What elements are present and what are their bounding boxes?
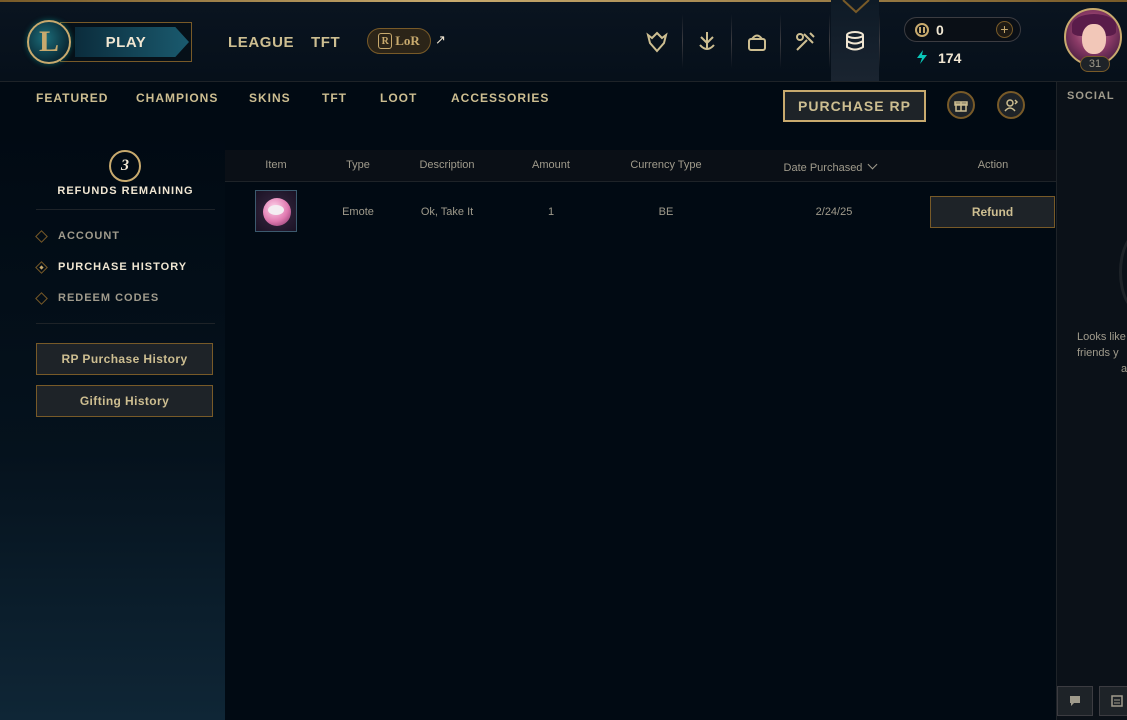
tab-skins[interactable]: SKINS [249, 91, 291, 105]
sidebar-item-label: REDEEM CODES [58, 292, 160, 304]
column-item: Item [265, 159, 287, 171]
rp-purchase-history-button[interactable]: RP Purchase History [36, 343, 213, 375]
tab-featured[interactable]: FEATURED [36, 91, 108, 105]
collection-nav-icon[interactable] [683, 14, 731, 70]
level-badge: 31 [1080, 56, 1110, 72]
sidebar-item-label: PURCHASE HISTORY [58, 261, 188, 273]
row-currency: BE [658, 206, 674, 218]
nav-divider [879, 14, 880, 68]
column-date-label: Date Purchased [783, 162, 863, 174]
nav-league[interactable]: LEAGUE [228, 34, 294, 51]
column-currency-type: Currency Type [630, 159, 702, 171]
sidebar-item-label: ACCOUNT [58, 230, 120, 242]
gift-button[interactable] [947, 91, 975, 119]
diamond-icon [35, 260, 48, 274]
refunds-remaining-count: 3 [109, 150, 141, 182]
refunds-remaining-label: REFUNDS REMAINING [57, 185, 194, 197]
rp-balance: 0 [936, 22, 944, 38]
social-empty-message: Looks like friends y a [1077, 331, 1127, 375]
gifting-history-button[interactable]: Gifting History [36, 385, 213, 417]
column-description: Description [419, 159, 475, 171]
item-thumbnail [255, 190, 297, 232]
scroll-icon [1111, 695, 1123, 707]
empty-friends-icon [1119, 232, 1127, 312]
sidebar-item-redeem-codes[interactable]: REDEEM CODES [35, 291, 160, 305]
row-description: Ok, Take It [420, 206, 474, 218]
crafting-nav-icon[interactable] [781, 14, 829, 70]
nav-divider [731, 14, 732, 68]
account-icon [1004, 99, 1019, 112]
gift-icon [954, 101, 968, 112]
nav-divider [829, 14, 830, 68]
tab-loot[interactable]: LOOT [380, 91, 417, 105]
sort-chevron-icon [867, 159, 878, 170]
social-title: SOCIAL [1067, 90, 1115, 102]
be-balance: 174 [938, 50, 962, 66]
tab-champions[interactable]: CHAMPIONS [136, 91, 218, 105]
purchase-rp-button[interactable]: PURCHASE RP [783, 90, 926, 122]
tab-accessories[interactable]: ACCESSORIES [451, 91, 549, 105]
column-date-purchased[interactable]: Date Purchased [770, 159, 890, 174]
column-action: Action [977, 159, 1009, 171]
divider [36, 323, 215, 324]
refund-button[interactable]: Refund [930, 196, 1055, 228]
column-type: Type [346, 159, 370, 171]
column-amount: Amount [532, 159, 570, 171]
blue-essence-icon [917, 50, 927, 64]
lor-button[interactable]: R LoR [367, 28, 431, 54]
sidebar [0, 130, 225, 720]
play-button-inner[interactable]: PLAY [75, 27, 189, 57]
nav-tft[interactable]: TFT [311, 34, 340, 51]
sidebar-item-purchase-history[interactable]: PURCHASE HISTORY [35, 260, 188, 274]
profile-nav-icon[interactable] [633, 14, 681, 70]
row-date: 2/24/25 [815, 206, 853, 218]
play-button[interactable]: PLAY [60, 22, 192, 62]
active-tab-chevron-icon [842, 0, 870, 14]
top-bar: PLAY L LEAGUE TFT R LoR ↗ 0 + 174 31 [0, 0, 1127, 82]
lor-label: LoR [395, 33, 420, 48]
divider [36, 209, 215, 210]
row-type: Emote [342, 206, 374, 218]
diamond-icon [35, 229, 48, 243]
play-label: PLAY [105, 33, 147, 51]
chat-button[interactable] [1057, 686, 1093, 716]
social-panel: SOCIAL Looks like friends y a [1056, 82, 1127, 720]
account-button[interactable] [997, 91, 1025, 119]
diamond-icon [35, 291, 48, 305]
chat-icon [1070, 696, 1080, 706]
lor-logo-icon: R [378, 33, 393, 49]
add-rp-button[interactable]: + [996, 21, 1013, 38]
missions-button[interactable] [1099, 686, 1127, 716]
loot-nav-icon[interactable] [733, 14, 781, 70]
sidebar-item-account[interactable]: ACCOUNT [35, 229, 120, 243]
external-link-icon: ↗ [435, 32, 446, 47]
tab-tft[interactable]: TFT [322, 91, 347, 105]
rp-coin-icon [915, 23, 929, 37]
row-amount: 1 [547, 206, 555, 218]
league-logo-icon[interactable]: L [27, 20, 71, 64]
